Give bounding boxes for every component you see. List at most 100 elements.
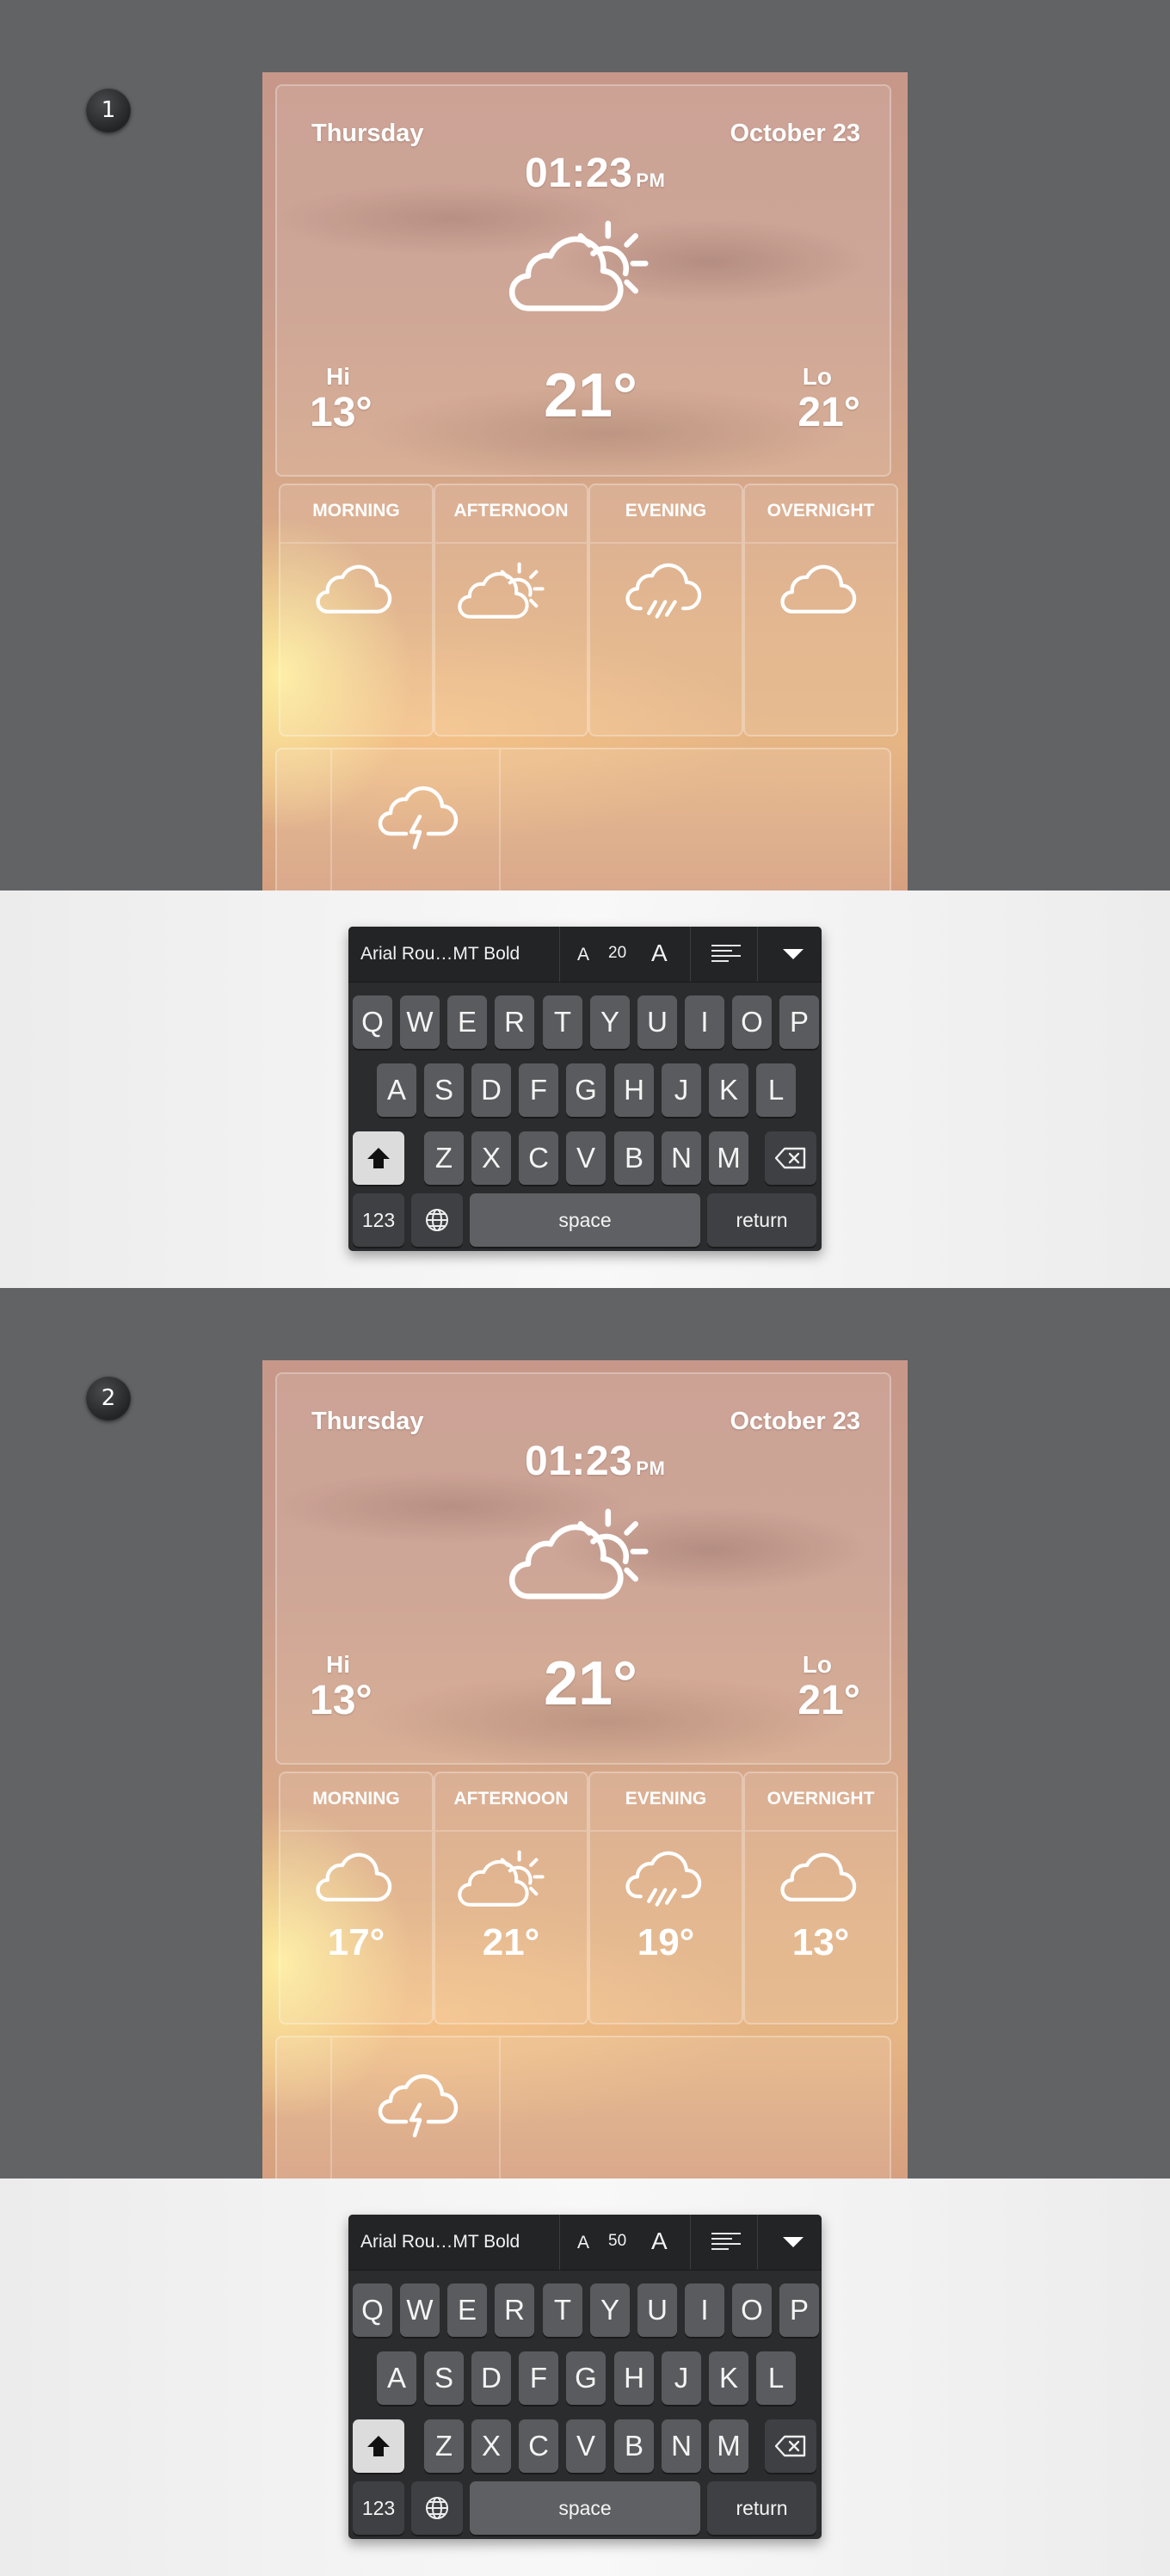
align-left-icon[interactable] <box>710 943 744 970</box>
slot-title: AFTERNOON <box>435 1773 587 1832</box>
key-k[interactable]: K <box>709 2351 748 2405</box>
key-s[interactable]: S <box>424 1063 464 1117</box>
bottom-panel[interactable] <box>275 2036 891 2179</box>
key-l[interactable]: L <box>756 1063 796 1117</box>
key-p[interactable]: P <box>779 995 819 1049</box>
key-i[interactable]: I <box>685 2283 724 2337</box>
slot-title: EVENING <box>590 485 742 544</box>
key-p[interactable]: P <box>779 2283 819 2337</box>
key-t[interactable]: T <box>543 995 582 1049</box>
rain-cloud-icon <box>619 561 705 631</box>
slot-temp: 21° <box>482 1921 540 1963</box>
font-picker[interactable]: Arial Rou…MT Bold <box>360 927 520 982</box>
globe-icon <box>426 1209 448 1231</box>
key-e[interactable]: E <box>447 2283 487 2337</box>
globe-icon <box>426 2497 448 2519</box>
decrease-font-size-button[interactable]: A <box>577 927 589 983</box>
key-z[interactable]: Z <box>424 1131 464 1185</box>
date-label: October 23 <box>730 1408 861 1435</box>
return-key[interactable]: return <box>707 2481 816 2535</box>
space-key[interactable]: space <box>470 2481 700 2535</box>
key-o[interactable]: O <box>732 2283 772 2337</box>
key-w[interactable]: W <box>400 995 440 1049</box>
key-m[interactable]: M <box>709 2419 748 2473</box>
shift-key[interactable] <box>353 2419 404 2473</box>
key-j[interactable]: J <box>662 2351 701 2405</box>
forecast-slot-evening[interactable]: EVENING <box>588 484 743 736</box>
align-left-icon[interactable] <box>710 2231 744 2258</box>
time-display: 01:23 PM <box>525 150 665 197</box>
key-r[interactable]: R <box>495 2283 534 2337</box>
key-q[interactable]: Q <box>353 2283 392 2337</box>
key-c[interactable]: C <box>519 2419 558 2473</box>
slot-temp: 13° <box>791 1921 850 1963</box>
key-y[interactable]: Y <box>590 2283 630 2337</box>
lo-value: 21° <box>797 1678 860 1723</box>
key-a[interactable]: A <box>377 2351 416 2405</box>
forecast-slot-morning[interactable]: MORNING 17° <box>279 1772 434 2024</box>
space-key[interactable]: space <box>470 1193 700 1247</box>
key-g[interactable]: G <box>566 1063 606 1117</box>
forecast-slot-evening[interactable]: EVENING 19° <box>588 1772 743 2024</box>
ampm-label: PM <box>636 1457 666 1479</box>
key-u[interactable]: U <box>637 995 677 1049</box>
bottom-panel[interactable] <box>275 748 891 891</box>
key-y[interactable]: Y <box>590 995 630 1049</box>
forecast-slot-overnight[interactable]: OVERNIGHT <box>743 484 898 736</box>
key-d[interactable]: D <box>471 2351 511 2405</box>
return-key[interactable]: return <box>707 1193 816 1247</box>
key-g[interactable]: G <box>566 2351 606 2405</box>
key-r[interactable]: R <box>495 995 534 1049</box>
key-c[interactable]: C <box>519 1131 558 1185</box>
numbers-key[interactable]: 123 <box>353 1193 404 1247</box>
delete-key[interactable] <box>765 2419 816 2473</box>
increase-font-size-button[interactable]: A <box>651 927 668 980</box>
key-k[interactable]: K <box>709 1063 748 1117</box>
key-f[interactable]: F <box>519 2351 558 2405</box>
key-m[interactable]: M <box>709 1131 748 1185</box>
dismiss-keyboard-chevron-icon[interactable] <box>783 2237 804 2247</box>
key-f[interactable]: F <box>519 1063 558 1117</box>
key-q[interactable]: Q <box>353 995 392 1049</box>
key-i[interactable]: I <box>685 995 724 1049</box>
key-h[interactable]: H <box>614 1063 654 1117</box>
key-s[interactable]: S <box>424 2351 464 2405</box>
numbers-key[interactable]: 123 <box>353 2481 404 2535</box>
font-size-value: 50 <box>608 2232 627 2250</box>
key-d[interactable]: D <box>471 1063 511 1117</box>
key-b[interactable]: B <box>614 2419 654 2473</box>
key-n[interactable]: N <box>662 2419 701 2473</box>
key-e[interactable]: E <box>447 995 487 1049</box>
forecast-slot-morning[interactable]: MORNING <box>279 484 434 736</box>
key-l[interactable]: L <box>756 2351 796 2405</box>
globe-key[interactable] <box>411 2481 463 2535</box>
forecast-slot-overnight[interactable]: OVERNIGHT 13° <box>743 1772 898 2024</box>
cloud-icon <box>310 561 395 623</box>
forecast-slot-afternoon[interactable]: AFTERNOON <box>434 484 588 736</box>
key-u[interactable]: U <box>637 2283 677 2337</box>
delete-key[interactable] <box>765 1131 816 1185</box>
key-j[interactable]: J <box>662 1063 701 1117</box>
shift-arrow-icon <box>367 2436 390 2456</box>
key-v[interactable]: V <box>566 2419 606 2473</box>
key-o[interactable]: O <box>732 995 772 1049</box>
globe-key[interactable] <box>411 1193 463 1247</box>
key-a[interactable]: A <box>377 1063 416 1117</box>
key-v[interactable]: V <box>566 1131 606 1185</box>
key-h[interactable]: H <box>614 2351 654 2405</box>
key-w[interactable]: W <box>400 2283 440 2337</box>
key-x[interactable]: X <box>471 2419 511 2473</box>
key-z[interactable]: Z <box>424 2419 464 2473</box>
dismiss-keyboard-chevron-icon[interactable] <box>783 949 804 959</box>
key-x[interactable]: X <box>471 1131 511 1185</box>
shift-key[interactable] <box>353 1131 404 1185</box>
day-label: Thursday <box>311 120 424 147</box>
key-n[interactable]: N <box>662 1131 701 1185</box>
decrease-font-size-button[interactable]: A <box>577 2215 589 2271</box>
increase-font-size-button[interactable]: A <box>651 2215 668 2268</box>
font-picker[interactable]: Arial Rou…MT Bold <box>360 2215 520 2270</box>
backspace-icon <box>774 1147 806 1169</box>
key-t[interactable]: T <box>543 2283 582 2337</box>
forecast-slot-afternoon[interactable]: AFTERNOON 21° <box>434 1772 588 2024</box>
key-b[interactable]: B <box>614 1131 654 1185</box>
